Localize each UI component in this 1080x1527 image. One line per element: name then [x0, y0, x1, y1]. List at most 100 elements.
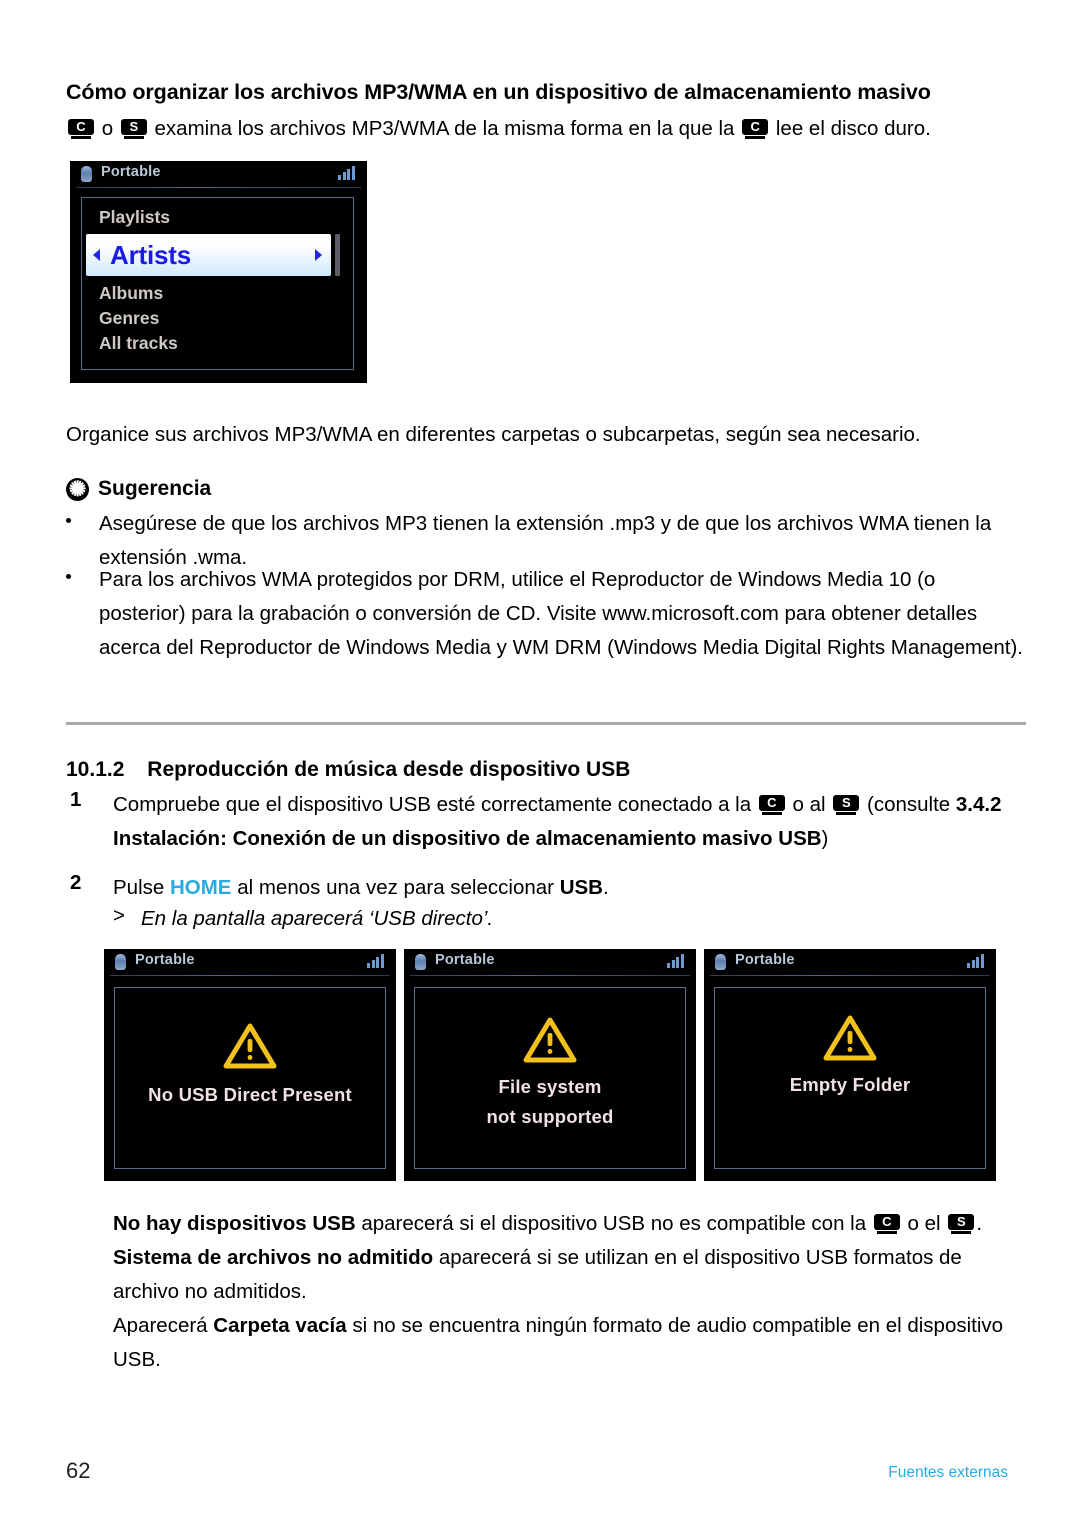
- step-1-body: Compruebe que el dispositivo USB esté co…: [113, 788, 1026, 856]
- step-1-reference-tail: ): [821, 827, 829, 850]
- intro-text-a: o: [101, 117, 114, 140]
- device-screenshot-menu: Portable Playlists Artists Albums Genres…: [70, 161, 367, 383]
- intro-text-b: examina los archivos MP3/WMA de la misma…: [154, 117, 735, 140]
- signal-strength-icon: [367, 954, 385, 968]
- tip-heading: ✺ Sugerencia: [66, 477, 211, 501]
- warning-body: No USB Direct Present: [114, 987, 386, 1169]
- tip-label: Sugerencia: [98, 477, 212, 500]
- device-header-divider: [76, 187, 361, 188]
- page-title: Cómo organizar los archivos MP3/WMA en u…: [66, 80, 931, 104]
- step-2-period: .: [602, 876, 609, 899]
- tip-bullet-2: Para los archivos WMA protegidos por DRM…: [66, 563, 1026, 665]
- step-1-text-a: Compruebe que el dispositivo USB esté co…: [113, 793, 752, 816]
- badge-stand: [71, 136, 91, 139]
- signal-strength-icon: [667, 954, 685, 968]
- step-1-text-c: (consulte: [867, 793, 951, 816]
- note-1-text-c: .: [976, 1212, 983, 1235]
- result-marker: >: [113, 904, 125, 927]
- device-header-title: Portable: [101, 164, 161, 180]
- device-header-title: Portable: [735, 952, 795, 968]
- badge-stand: [761, 812, 782, 815]
- warning-triangle-icon: [223, 1022, 277, 1070]
- device-header: Portable: [104, 949, 396, 975]
- c-device-badge-3: C: [758, 795, 785, 815]
- bullet-dot-icon: [66, 518, 71, 523]
- menu-scrollbar[interactable]: [335, 234, 340, 276]
- warning-message-line-1: Empty Folder: [789, 1074, 911, 1095]
- portable-device-icon: [415, 954, 426, 970]
- section-divider: [66, 722, 1026, 725]
- step-1-text-b: o al: [792, 793, 826, 816]
- warning-message-line-1: File system: [498, 1076, 602, 1097]
- note-3-text-a: Aparecerá: [113, 1314, 208, 1337]
- device-header-divider: [710, 975, 990, 976]
- usb-label: USB: [559, 876, 603, 899]
- device-header: Portable: [704, 949, 996, 975]
- tip-bullet-2-text: Para los archivos WMA protegidos por DRM…: [99, 568, 1023, 659]
- asterisk-icon: ✺: [66, 477, 89, 501]
- warning-message-line-1: No USB Direct Present: [148, 1084, 352, 1105]
- note-no-usb: No hay dispositivos USB aparecerá si el …: [113, 1207, 1026, 1241]
- device-menu-body: Playlists Artists Albums Genres All trac…: [81, 197, 354, 370]
- c-device-badge-4: C: [873, 1214, 900, 1234]
- s-device-badge-2: S: [833, 795, 860, 815]
- warning-triangle-icon: [523, 1016, 577, 1064]
- intro-text-c: lee el disco duro.: [775, 117, 931, 140]
- device-header-title: Portable: [135, 952, 195, 968]
- portable-device-icon: [81, 166, 92, 182]
- c-device-badge-2: C: [742, 119, 769, 139]
- triangle-right-icon: [315, 249, 322, 261]
- footer-section-label: Fuentes externas: [888, 1464, 1008, 1481]
- badge-stand: [836, 812, 857, 815]
- device-screenshot-file-system: Portable File system not supported: [404, 949, 696, 1181]
- badge-stand: [745, 136, 766, 139]
- s-device-badge-3: S: [948, 1214, 975, 1234]
- device-header-title: Portable: [435, 952, 495, 968]
- document-page: Cómo organizar los archivos MP3/WMA en u…: [0, 0, 1080, 1527]
- step-2-body: Pulse HOME al menos una vez para selecci…: [113, 871, 1026, 905]
- c-device-badge: C: [68, 119, 94, 139]
- menu-item-artists-selected[interactable]: Artists: [86, 234, 331, 276]
- warning-triangle-icon: [823, 1014, 877, 1062]
- note-3-bold: Carpeta vacía: [213, 1314, 347, 1337]
- note-1-bold: No hay dispositivos USB: [113, 1212, 356, 1235]
- warning-message-line-2: not supported: [486, 1106, 614, 1127]
- step-2-result: En la pantalla aparecerá ‘USB directo’.: [141, 907, 494, 930]
- device-screenshot-empty-folder: Portable Empty Folder: [704, 949, 996, 1181]
- note-empty-folder: Aparecerá Carpeta vacía si no se encuent…: [113, 1309, 1026, 1377]
- signal-strength-icon: [967, 954, 985, 968]
- menu-item-playlists[interactable]: Playlists: [99, 207, 170, 228]
- menu-item-genres[interactable]: Genres: [99, 308, 159, 329]
- note-1-text-b: o el: [907, 1212, 941, 1235]
- step-2-number: 2: [70, 871, 82, 894]
- section-title: Reproducción de música desde dispositivo…: [147, 758, 631, 781]
- note-1-text-a: aparecerá si el dispositivo USB no es co…: [361, 1212, 867, 1235]
- portable-device-icon: [115, 954, 126, 970]
- menu-item-albums[interactable]: Albums: [99, 283, 163, 304]
- badge-stand: [876, 1231, 897, 1234]
- section-number: 10.1.2: [66, 758, 125, 781]
- note-2-bold: Sistema de archivos no admitido: [113, 1246, 434, 1269]
- warning-body: Empty Folder: [714, 987, 986, 1169]
- triangle-left-icon: [93, 249, 100, 261]
- badge-stand: [951, 1231, 972, 1234]
- device-screenshot-no-usb: Portable No USB Direct Present: [104, 949, 396, 1181]
- step-2-text-a: Pulse: [113, 876, 165, 899]
- menu-item-label: Artists: [110, 239, 191, 270]
- device-header: Portable: [70, 161, 367, 187]
- home-key-label[interactable]: HOME: [170, 876, 232, 899]
- intro-line: C o S examina los archivos MP3/WMA de la…: [66, 112, 931, 146]
- portable-device-icon: [715, 954, 726, 970]
- step-1-number: 1: [70, 788, 82, 811]
- note-file-system: Sistema de archivos no admitido aparecer…: [113, 1241, 1026, 1309]
- badge-stand: [123, 136, 144, 139]
- menu-item-all-tracks[interactable]: All tracks: [99, 333, 178, 354]
- organize-paragraph: Organice sus archivos MP3/WMA en diferen…: [66, 423, 921, 446]
- page-number: 62: [66, 1458, 91, 1483]
- step-2-text-b: al menos una vez para seleccionar: [237, 876, 554, 899]
- device-header-divider: [110, 975, 390, 976]
- device-header-divider: [410, 975, 690, 976]
- section-heading: 10.1.2 Reproducción de música desde disp…: [66, 758, 630, 782]
- signal-strength-icon: [338, 166, 356, 180]
- bullet-dot-icon: [66, 574, 71, 579]
